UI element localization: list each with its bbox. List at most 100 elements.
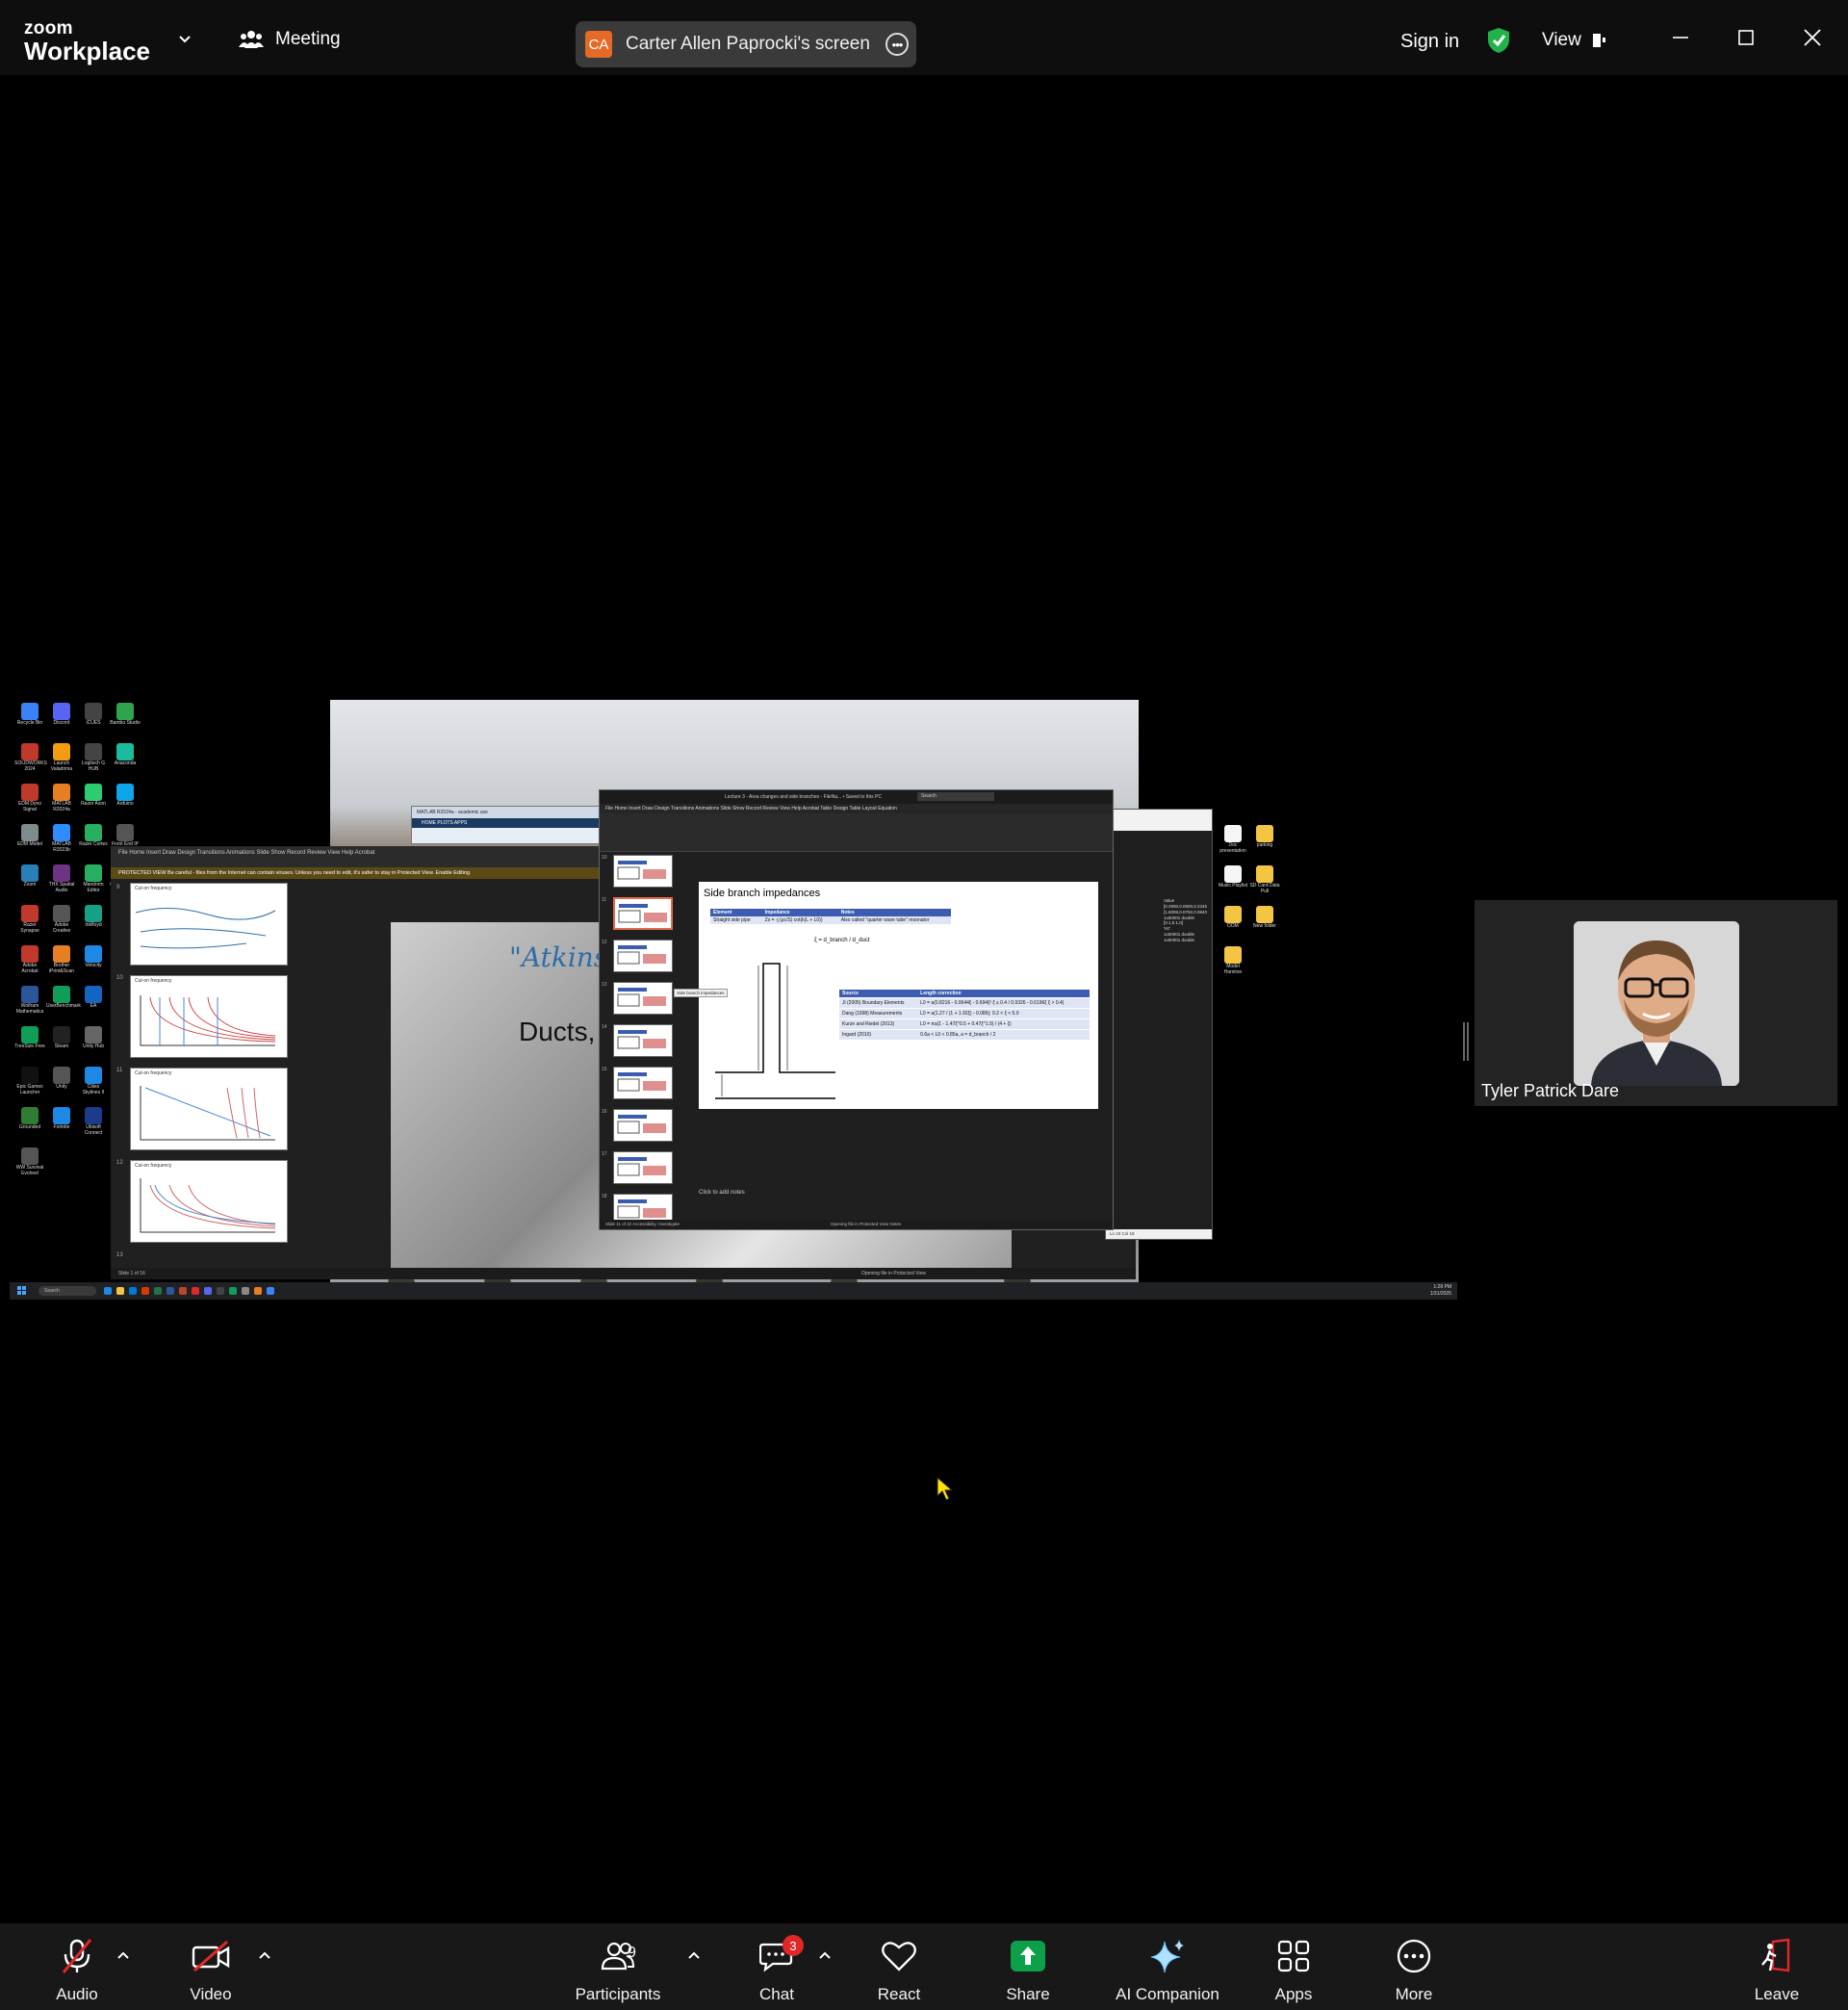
- shared-screen[interactable]: Recycle Bin Discord iCUES Bambu Studio SOLID…: [10, 700, 1457, 1306]
- impedance-table[interactable]: Element Impedance Notes Straight side pi…: [710, 909, 951, 924]
- desktop-shortcut[interactable]: Razer Synapse: [14, 905, 45, 934]
- slide-thumbnail[interactable]: [613, 855, 673, 888]
- matlab-window[interactable]: MATLAB R2024a - academic use HOME PLOTS …: [411, 806, 603, 844]
- desktop-shortcut[interactable]: Unity Hub: [78, 1026, 109, 1050]
- slide-thumbnail[interactable]: Cut-on frequency: [130, 883, 288, 966]
- share-button[interactable]: Share: [970, 1937, 1086, 2004]
- audio-button[interactable]: Audio: [19, 1937, 135, 2004]
- participant-video-tile[interactable]: Tyler Patrick Dare: [1475, 900, 1837, 1106]
- ppt-ribbon[interactable]: [600, 813, 1113, 852]
- desktop-shortcut[interactable]: Grounded: [14, 1107, 45, 1131]
- slide-thumbnail[interactable]: [613, 982, 673, 1015]
- desktop-shortcut[interactable]: MATLAB R2023b: [46, 824, 77, 853]
- desktop-shortcut[interactable]: Inkfloyd: [78, 905, 109, 929]
- desktop-shortcut[interactable]: Model Hamiton: [1218, 946, 1248, 975]
- desktop-shortcut[interactable]: THX Spatial Audio: [46, 864, 77, 893]
- taskbar-app-icon[interactable]: [129, 1287, 137, 1295]
- apps-button[interactable]: Apps: [1236, 1937, 1351, 2004]
- desktop-shortcut[interactable]: Brother iPrint&Scan: [46, 945, 77, 974]
- taskbar-app-icon[interactable]: [179, 1287, 187, 1295]
- taskbar-app-icon[interactable]: [254, 1287, 262, 1295]
- desktop-shortcut[interactable]: WW Survival Evolved: [14, 1147, 45, 1176]
- chevron-up-icon[interactable]: [116, 1950, 130, 1960]
- taskbar-app-icon[interactable]: [154, 1287, 162, 1295]
- taskbar-app-icon[interactable]: [229, 1287, 237, 1295]
- desktop-shortcut[interactable]: DOM: [1218, 906, 1248, 930]
- slide-thumbnails[interactable]: 9 Cut-on frequency 10 Cut-on frequency 1…: [116, 883, 299, 1266]
- desktop-shortcut[interactable]: Razer Axon: [78, 784, 109, 808]
- desktop-shortcut[interactable]: Discord: [46, 703, 77, 727]
- desktop-shortcut[interactable]: Epic Games Launcher: [14, 1067, 45, 1095]
- chevron-down-icon[interactable]: [179, 33, 191, 44]
- slide-thumbnails[interactable]: 10 11 12 13 14 15 16 17 18: [600, 853, 688, 1226]
- desktop-shortcut[interactable]: EA: [78, 986, 109, 1010]
- desktop-shortcut[interactable]: Mandorm Editor: [78, 864, 109, 893]
- desktop-shortcut[interactable]: Music Playlist: [1218, 865, 1248, 889]
- matlab-tabs[interactable]: HOME PLOTS APPS: [412, 818, 603, 828]
- taskbar-app-icon[interactable]: [104, 1287, 112, 1295]
- desktop-shortcut[interactable]: Recycle Bin: [14, 703, 45, 727]
- desktop-shortcut[interactable]: Steam: [46, 1026, 77, 1050]
- security-shield-icon[interactable]: [1486, 27, 1511, 54]
- slide-thumbnail[interactable]: [613, 1067, 673, 1099]
- more-options-icon[interactable]: •••: [886, 33, 909, 56]
- windows-taskbar[interactable]: Search 1:28 PM 1/31/2025: [10, 1282, 1457, 1300]
- slide-thumbnail[interactable]: Cut-on frequency: [130, 1068, 288, 1150]
- chevron-up-icon[interactable]: [818, 1950, 832, 1960]
- desktop-shortcut[interactable]: parking: [1249, 825, 1280, 849]
- slide-thumbnail[interactable]: [613, 1024, 673, 1057]
- close-icon[interactable]: [1802, 27, 1823, 48]
- desktop-shortcut[interactable]: SD Card Data Pull: [1249, 865, 1280, 894]
- taskbar-app-icon[interactable]: [204, 1287, 212, 1295]
- meeting-menu[interactable]: Meeting: [239, 29, 341, 50]
- react-button[interactable]: React: [841, 1937, 957, 2004]
- chevron-up-icon[interactable]: [258, 1950, 271, 1960]
- view-menu[interactable]: View: [1542, 30, 1606, 51]
- taskbar-app-icon[interactable]: [192, 1287, 199, 1295]
- slide-thumbnail[interactable]: [613, 1109, 673, 1142]
- video-button[interactable]: Video: [153, 1937, 269, 2004]
- powerpoint-window-active[interactable]: Lecture 3 - Area changes and side branch…: [599, 789, 1114, 1230]
- ai-companion-button[interactable]: AI Companion: [1100, 1937, 1235, 2004]
- more-button[interactable]: More: [1356, 1937, 1472, 2004]
- slide-thumbnail[interactable]: [613, 897, 673, 930]
- panel-resize-handle[interactable]: [1463, 1022, 1469, 1061]
- maximize-icon[interactable]: [1735, 27, 1757, 48]
- screen-share-indicator[interactable]: CA Carter Allen Paprocki's screen •••: [576, 21, 916, 67]
- desktop-shortcut[interactable]: UserBenchmark: [46, 986, 81, 1010]
- taskbar-app-icon[interactable]: [116, 1287, 124, 1295]
- taskbar-search[interactable]: Search: [38, 1286, 96, 1296]
- desktop-shortcut[interactable]: Anaconda: [110, 743, 141, 767]
- taskbar-app-icon[interactable]: [141, 1287, 149, 1295]
- desktop-shortcut[interactable]: Cities Skylines II: [78, 1067, 109, 1095]
- desktop-shortcut[interactable]: Wolfram Mathematica: [14, 986, 45, 1015]
- taskbar-app-icon[interactable]: [167, 1287, 174, 1295]
- desktop-shortcut[interactable]: Launch Valadrima: [46, 743, 77, 772]
- desktop-shortcut[interactable]: New folder: [1249, 906, 1280, 930]
- desktop-shortcut[interactable]: EDM Model: [14, 824, 45, 848]
- desktop-shortcut[interactable]: Adobe Creative: [46, 905, 77, 934]
- slide-canvas[interactable]: Side branch impedances Element Impedance…: [699, 882, 1098, 1109]
- leave-button[interactable]: Leave: [1719, 1937, 1835, 2004]
- ppt-search[interactable]: Search: [917, 792, 994, 801]
- participants-button[interactable]: 9 Participants: [560, 1937, 676, 2004]
- desktop-shortcut[interactable]: Adobe Acrobat: [14, 945, 45, 974]
- desktop-shortcut[interactable]: iCUES: [78, 703, 109, 727]
- chevron-up-icon[interactable]: [687, 1950, 701, 1960]
- desktop-shortcut[interactable]: Ubisoft Connect: [78, 1107, 109, 1136]
- ppt-menu[interactable]: File Home Insert Draw Design Transitions…: [600, 804, 1113, 813]
- desktop-shortcut[interactable]: Velocity: [78, 945, 109, 969]
- minimize-icon[interactable]: [1670, 27, 1691, 48]
- slide-thumbnail[interactable]: [613, 940, 673, 972]
- slide-thumbnail[interactable]: [613, 1151, 673, 1184]
- desktop-shortcut[interactable]: Unity: [46, 1067, 77, 1091]
- notes-placeholder[interactable]: Click to add notes: [699, 1190, 745, 1196]
- desktop-shortcut[interactable]: Zoom: [14, 864, 45, 889]
- desktop-shortcut[interactable]: SOLIDWORKS 2024: [14, 743, 47, 772]
- windows-start-icon[interactable]: [17, 1286, 27, 1296]
- desktop-shortcut[interactable]: Logitech G HUB: [78, 743, 109, 772]
- desktop-shortcut[interactable]: Doc presentation: [1218, 825, 1248, 854]
- desktop-shortcut[interactable]: MATLAB R2024a: [46, 784, 77, 812]
- slide-thumbnail[interactable]: Cut-on frequency: [130, 975, 288, 1058]
- desktop-shortcut[interactable]: Fortnite: [46, 1107, 77, 1131]
